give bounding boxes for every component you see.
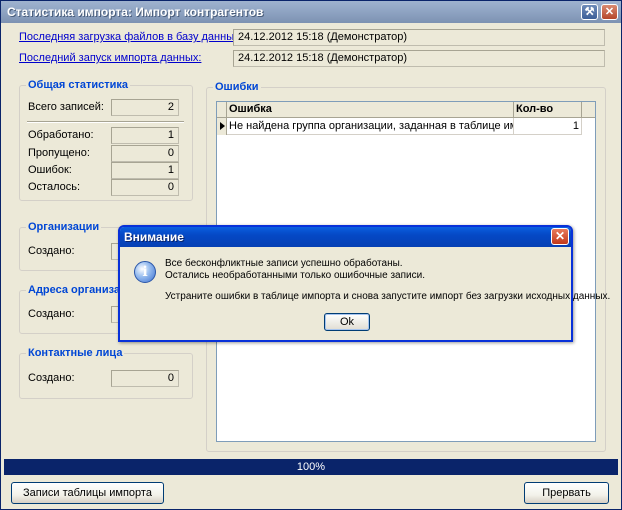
remaining-value: 0 [111, 179, 179, 196]
last-run-link[interactable]: Последний запуск импорта данных: [19, 52, 201, 64]
processed-label: Обработано: [28, 129, 94, 141]
errors-label: Ошибок: [28, 164, 72, 176]
total-value: 2 [111, 99, 179, 116]
last-load-link[interactable]: Последняя загрузка файлов в базу данных: [19, 31, 243, 43]
column-header-count[interactable]: Кол-во [514, 102, 582, 118]
dialog-titlebar[interactable]: Внимание ✕ [120, 227, 571, 247]
progress-bar: 100% [4, 459, 618, 475]
organizations-title: Организации [26, 221, 102, 233]
remaining-label: Осталось: [28, 181, 81, 193]
window-title: Статистика импорта: Импорт контрагентов [7, 5, 264, 19]
close-icon[interactable]: ✕ [601, 4, 618, 20]
column-header-error[interactable]: Ошибка [227, 102, 514, 118]
organizations-created-label: Создано: [28, 245, 75, 257]
wrench-icon[interactable]: ⚒ [581, 4, 598, 20]
last-load-field: 24.12.2012 15:18 (Демонстратор) [233, 29, 605, 46]
contacts-created-value: 0 [111, 370, 179, 387]
stats-divider [27, 121, 184, 123]
processed-value: 1 [111, 127, 179, 144]
table-row[interactable]: Не найдена группа организации, заданная … [227, 118, 582, 135]
cell-count[interactable]: 1 [514, 118, 582, 135]
dialog-message-line1: Все бесконфликтные записи успешно обрабо… [165, 258, 403, 269]
errors-value: 1 [111, 162, 179, 179]
info-icon: i [134, 261, 156, 283]
import-records-button[interactable]: Записи таблицы импорта [11, 482, 164, 504]
cell-error[interactable]: Не найдена группа организации, заданная … [227, 118, 514, 135]
dialog-title: Внимание [124, 230, 184, 244]
abort-button[interactable]: Прервать [524, 482, 609, 504]
total-label: Всего записей: [28, 101, 104, 113]
dialog-close-icon[interactable]: ✕ [551, 228, 569, 245]
addresses-created-label: Создано: [28, 308, 75, 320]
errors-title: Ошибки [213, 81, 261, 93]
window-titlebar[interactable]: Статистика импорта: Импорт контрагентов … [1, 1, 621, 23]
header-indicator [217, 102, 227, 118]
table-header: Ошибка Кол-во [217, 102, 595, 118]
row-indicator[interactable] [217, 118, 227, 135]
skipped-value: 0 [111, 145, 179, 162]
dialog-message-line3: Устраните ошибки в таблице импорта и сно… [165, 291, 611, 302]
contacts-created-label: Создано: [28, 372, 75, 384]
main-window: Статистика импорта: Импорт контрагентов … [0, 0, 622, 510]
row-pointer-icon [220, 122, 225, 130]
warning-dialog: Внимание ✕ i Все бесконфликтные записи у… [118, 225, 610, 342]
dialog-message-line2: Остались необработанными только ошибочны… [165, 270, 425, 281]
general-stats-title: Общая статистика [26, 79, 131, 91]
ok-button[interactable]: Ok [324, 313, 370, 331]
last-run-field: 24.12.2012 15:18 (Демонстратор) [233, 50, 605, 67]
contacts-title: Контактные лица [26, 347, 125, 359]
skipped-label: Пропущено: [28, 147, 90, 159]
